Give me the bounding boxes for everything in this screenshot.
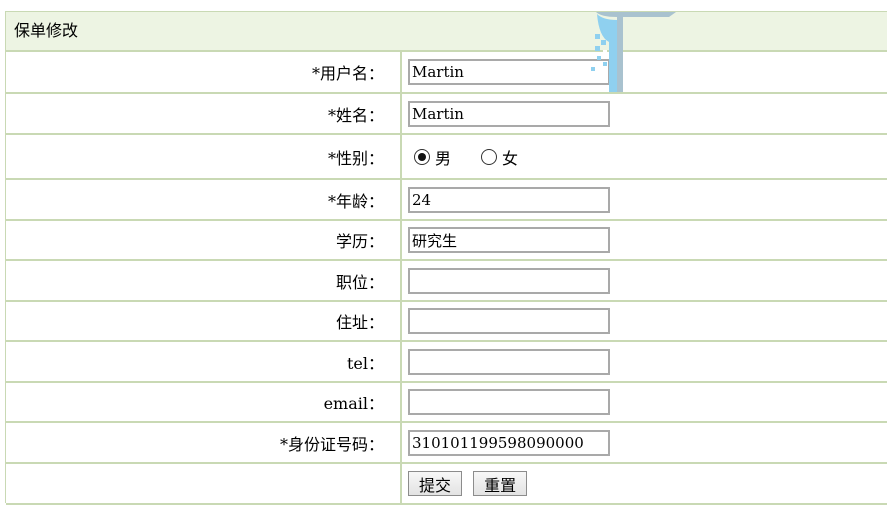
panel-header: 保单修改 [6, 12, 887, 52]
tel-input[interactable] [408, 348, 610, 375]
age-input[interactable] [408, 186, 610, 213]
form-row-id-number: *身份证号码： [6, 422, 887, 464]
form-row-email: email： [6, 382, 887, 423]
form-row-tel: tel： [6, 341, 887, 383]
gender-radio-group: 男 女 [408, 145, 887, 169]
address-input[interactable] [408, 308, 610, 334]
form-row-name: *姓名： [6, 93, 887, 135]
gender-label: *性别： [6, 134, 402, 180]
form-row-username: *用户名： [6, 52, 887, 94]
actions-spacer [6, 463, 402, 505]
gender-female-radio[interactable] [481, 148, 498, 165]
address-label: 住址： [6, 301, 402, 342]
form-row-address: 住址： [6, 301, 887, 342]
form-row-age: *年龄： [6, 179, 887, 221]
position-label: 职位： [6, 260, 402, 302]
policy-edit-panel: 保单修改 *用户名： *姓名： *性别： 男 女 [5, 11, 887, 505]
position-input[interactable] [408, 267, 610, 294]
radio-selected-dot [418, 152, 426, 161]
form-row-education: 学历： [6, 220, 887, 261]
username-label: *用户名： [6, 52, 402, 94]
name-input[interactable] [408, 100, 610, 127]
age-label: *年龄： [6, 179, 402, 221]
education-label: 学历： [6, 220, 402, 261]
decorative-graphic-icon [591, 12, 676, 92]
email-input[interactable] [408, 389, 610, 415]
tel-label: tel： [6, 341, 402, 383]
id-number-label: *身份证号码： [6, 422, 402, 464]
form-row-actions: 提交 重置 [6, 463, 887, 505]
panel-title: 保单修改 [14, 21, 79, 40]
name-label: *姓名： [6, 93, 402, 135]
form-row-gender: *性别： 男 女 [6, 134, 887, 180]
education-input[interactable] [408, 227, 610, 253]
gender-female-label[interactable]: 女 [502, 145, 518, 169]
submit-button[interactable]: 提交 [408, 471, 463, 496]
reset-button[interactable]: 重置 [473, 471, 528, 496]
username-input[interactable] [408, 59, 610, 85]
gender-male-label[interactable]: 男 [435, 145, 451, 169]
policy-form: *用户名： *姓名： *性别： 男 女 *年龄： 学历： [6, 52, 887, 505]
gender-male-radio[interactable] [414, 148, 430, 165]
form-row-position: 职位： [6, 260, 887, 302]
email-label: email： [6, 382, 402, 423]
id-number-input[interactable] [408, 429, 610, 456]
